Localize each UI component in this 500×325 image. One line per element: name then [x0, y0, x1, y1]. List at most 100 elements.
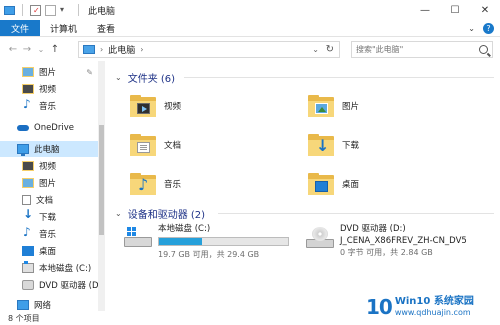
recent-locations-button[interactable]: ⌄ [34, 45, 48, 54]
up-button[interactable]: ↑ [48, 44, 62, 55]
breadcrumb-separator[interactable]: › [140, 45, 143, 54]
site-watermark: 10 Win10 系统家园 www.qdhuajin.com [366, 292, 474, 322]
sidebar-item-label: 音乐 [39, 102, 57, 112]
drive-volume-label: J_CENA_X86FREV_ZH-CN_DV5 [340, 236, 467, 246]
sidebar-item-videos[interactable]: 视频 [0, 81, 98, 97]
sidebar-item-label: 网络 [34, 301, 52, 311]
drive-icon [22, 261, 34, 273]
sidebar-item-label: DVD 驱动器 (D:) [39, 281, 105, 291]
address-bar[interactable]: › 此电脑 › ⌄ ↻ [78, 41, 340, 58]
new-folder-icon[interactable] [45, 4, 56, 16]
documents-folder-icon [130, 134, 156, 156]
sidebar-item-documents[interactable]: 文档 [0, 192, 98, 208]
section-divider [184, 77, 494, 78]
drives-section-header[interactable]: ⌄ 设备和驱动器 (2) [115, 206, 205, 221]
folder-desktop[interactable]: 桌面 [308, 166, 359, 202]
customize-qat-icon[interactable]: ▾ [60, 5, 71, 16]
minimize-button[interactable]: — [410, 0, 440, 20]
folder-label: 文档 [164, 141, 182, 151]
folders-section-header[interactable]: ⌄ 文件夹 (6) [115, 70, 175, 85]
item-count: 8 个项目 [8, 313, 40, 323]
ribbon-tabs: 文件 计算机 查看 ⌄ ? [0, 20, 500, 37]
tab-computer[interactable]: 计算机 [40, 20, 87, 36]
this-pc-app-icon [4, 5, 15, 15]
sidebar-item-label: 视频 [39, 162, 57, 172]
qat-divider [78, 4, 79, 16]
sidebar-item-music[interactable]: 音乐 [0, 97, 98, 114]
sidebar-item-desktop[interactable]: 桌面 [0, 243, 98, 259]
sidebar-item-label: 桌面 [39, 247, 57, 257]
sidebar-item-pictures[interactable]: 图片 [0, 175, 98, 191]
watermark-title: Win10 系统家园 [394, 296, 474, 307]
folder-documents[interactable]: 文档 [130, 127, 181, 163]
drive-free-space: 19.7 GB 可用，共 29.4 GB [158, 250, 260, 259]
sidebar-item-label: 此电脑 [34, 145, 60, 155]
drive-name: 本地磁盘 (C:) [158, 224, 211, 234]
tab-file[interactable]: 文件 [0, 20, 41, 36]
folder-pictures[interactable]: 图片 [308, 88, 359, 124]
drive-name: DVD 驱动器 (D:) [340, 224, 406, 234]
properties-icon[interactable]: ✓ [30, 4, 41, 16]
breadcrumb-separator[interactable]: › [100, 45, 103, 54]
chevron-down-icon[interactable]: ⌄ [115, 73, 122, 82]
downloads-folder-icon [308, 134, 334, 156]
title-bar: ✓ ▾ 此电脑 — ☐ ✕ [0, 0, 500, 20]
pictures-folder-icon [308, 95, 334, 117]
this-pc-icon [17, 144, 29, 156]
sidebar-item-videos[interactable]: 视频 [0, 158, 98, 174]
folder-label: 下载 [342, 141, 360, 151]
search-box[interactable] [351, 41, 493, 58]
sidebar-item-onedrive[interactable]: OneDrive [0, 120, 98, 136]
folders-section-title: 文件夹 (6) [127, 74, 176, 85]
pin-icon[interactable]: ✎ [86, 68, 93, 77]
window-title: 此电脑 [88, 6, 116, 17]
folder-music[interactable]: 音乐 [130, 166, 181, 202]
sidebar-item-downloads[interactable]: 下载 [0, 207, 98, 225]
refresh-icon[interactable]: ↻ [326, 44, 334, 55]
close-button[interactable]: ✕ [470, 0, 500, 20]
back-button[interactable]: ← [6, 44, 20, 55]
drive-local-disk-c[interactable]: 本地磁盘 (C:) 19.7 GB 可用，共 29.4 GB [124, 223, 289, 260]
tab-view[interactable]: 查看 [87, 20, 125, 36]
address-dropdown-icon[interactable]: ⌄ [312, 45, 319, 54]
sidebar-item-label: 下载 [39, 213, 57, 223]
dvd-drive-icon [306, 227, 334, 251]
sidebar-item-label: 文档 [36, 196, 54, 206]
sidebar-scroll-thumb[interactable] [99, 125, 104, 235]
sidebar-item-music[interactable]: 音乐 [0, 225, 98, 242]
music-folder-icon [130, 173, 156, 195]
sidebar-item-pictures[interactable]: 图片 ✎ [0, 64, 98, 80]
search-icon[interactable] [479, 45, 488, 54]
folder-label: 音乐 [164, 180, 182, 190]
qat-divider [22, 4, 23, 16]
window-controls: — ☐ ✕ [410, 0, 500, 20]
forward-button[interactable]: → [20, 44, 34, 55]
sidebar-item-label: 音乐 [39, 230, 57, 240]
music-icon [22, 97, 34, 111]
chevron-down-icon[interactable]: ⌄ [115, 209, 122, 218]
folder-downloads[interactable]: 下载 [308, 127, 359, 163]
watermark-url: www.qdhuajin.com [394, 308, 471, 317]
expand-ribbon-icon[interactable]: ⌄ [468, 24, 475, 33]
drive-dvd-d[interactable]: DVD 驱动器 (D:) J_CENA_X86FREV_ZH-CN_DV5 0 … [306, 223, 467, 258]
drive-free-space: 0 字节 可用，共 2.84 GB [340, 248, 433, 257]
sidebar-item-dvd-drive[interactable]: DVD 驱动器 (D:) [0, 277, 105, 293]
this-pc-icon [83, 45, 95, 54]
folder-videos[interactable]: 视频 [130, 88, 181, 124]
dvd-icon [22, 280, 34, 290]
maximize-button[interactable]: ☐ [440, 0, 470, 20]
document-icon [22, 195, 31, 205]
drives-section-title: 设备和驱动器 (2) [127, 210, 206, 221]
breadcrumb-this-pc[interactable]: 此电脑 [108, 43, 135, 56]
sidebar-item-local-disk[interactable]: 本地磁盘 (C:) [0, 260, 98, 276]
folder-label: 图片 [342, 102, 360, 112]
disk-usage-bar [158, 237, 289, 246]
section-divider [218, 213, 494, 214]
sidebar-item-this-pc[interactable]: 此电脑 [0, 141, 98, 157]
video-icon [22, 84, 34, 94]
search-input[interactable] [356, 45, 476, 54]
download-icon [22, 207, 34, 222]
folder-label: 桌面 [342, 180, 360, 190]
sidebar-item-label: 本地磁盘 (C:) [39, 264, 92, 274]
help-icon[interactable]: ? [483, 22, 494, 34]
